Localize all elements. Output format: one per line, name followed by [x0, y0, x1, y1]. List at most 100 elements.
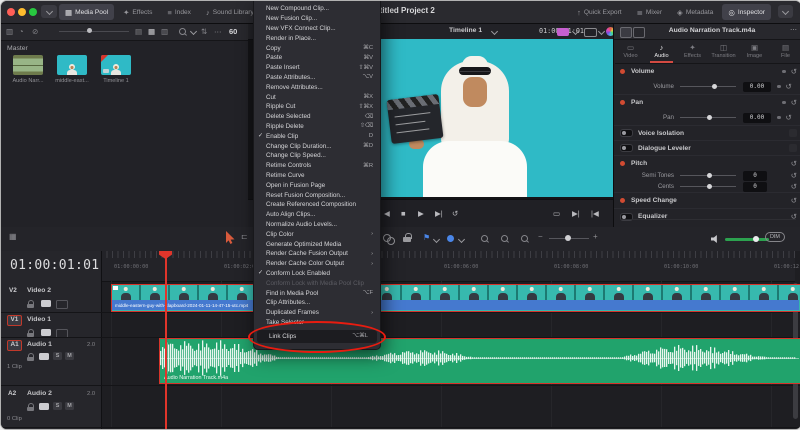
list-view-icon[interactable]: ▤	[135, 27, 142, 36]
enable-dot-icon[interactable]	[620, 100, 625, 105]
toggle-icon[interactable]	[620, 144, 633, 152]
bin-label[interactable]: Master	[7, 45, 28, 52]
pan-slider[interactable]	[680, 117, 736, 118]
thumbnail-size-slider[interactable]	[59, 31, 129, 32]
disclosure-icon[interactable]	[789, 129, 797, 137]
voice-isolation-row[interactable]: Voice Isolation	[614, 125, 800, 140]
track-badge-a2[interactable]: A2	[8, 390, 16, 397]
menu-item-change-clip-speed[interactable]: Change Clip Speed...	[254, 151, 380, 161]
tab-effects[interactable]: ✦Effects	[117, 4, 158, 20]
inspector-tab-file[interactable]: ▤File	[770, 39, 800, 63]
track-badge-v1[interactable]: V1	[7, 315, 22, 326]
cents-slider[interactable]	[680, 186, 736, 187]
menu-item-render-cache-color-output[interactable]: Render Cache Color Output›	[254, 259, 380, 269]
lock-icon[interactable]	[27, 352, 35, 361]
inspector-scrollbar[interactable]	[620, 219, 796, 220]
volume-slider[interactable]	[680, 86, 736, 87]
solo-button[interactable]: S	[53, 352, 62, 360]
tab-quick-export[interactable]: ↑Quick Export	[571, 4, 628, 20]
play-icon[interactable]: ▶	[418, 209, 424, 218]
next-marker-icon[interactable]: ▶|	[572, 209, 580, 218]
search-icon[interactable]	[179, 28, 186, 35]
sort-icon[interactable]: ⇅	[201, 27, 207, 36]
marker-icon[interactable]	[447, 235, 454, 242]
detail-zoom-icon[interactable]	[501, 235, 508, 242]
panel-layout-dropdown[interactable]	[778, 5, 793, 18]
reset-icon[interactable]: ↺	[791, 196, 797, 205]
track-name-a2[interactable]: Audio 2	[27, 390, 52, 397]
menu-item-link-clips[interactable]: Link Clips⌥⌘L	[257, 330, 377, 343]
match-frame-icon[interactable]: ▭	[553, 209, 560, 218]
stop-icon[interactable]: ■	[401, 209, 406, 218]
menu-item-create-referenced-composition[interactable]: Create Referenced Composition	[254, 200, 380, 210]
full-extent-zoom-icon[interactable]	[521, 235, 528, 242]
thumbnail-size-knob[interactable]	[87, 28, 92, 33]
enable-dot-icon[interactable]	[620, 161, 625, 166]
menu-item-copy[interactable]: Copy⌘C	[254, 43, 380, 53]
inspector-tab-effects[interactable]: ✦Effects	[677, 39, 708, 63]
flag-icon[interactable]: ⚑	[423, 233, 430, 242]
speed-change-section-header[interactable]: Speed Change ↺	[614, 192, 800, 208]
menu-item-auto-align-clips[interactable]: Auto Align Clips...	[254, 210, 380, 220]
menu-item-cut[interactable]: Cut⌘X	[254, 92, 380, 102]
chevron-down-icon[interactable]	[598, 28, 605, 35]
dim-button[interactable]: DIM	[765, 232, 785, 242]
auto-select-icon[interactable]	[41, 329, 51, 336]
enable-dot-icon[interactable]	[620, 198, 625, 203]
keyframe-icon[interactable]	[782, 101, 786, 105]
zoom-window-button[interactable]	[29, 8, 37, 16]
menu-item-normalize-audio-levels[interactable]: Normalize Audio Levels...	[254, 220, 380, 230]
cents-value[interactable]: 0	[743, 182, 767, 192]
trim-tool-icon[interactable]: ⊏	[241, 232, 248, 241]
pitch-section-header[interactable]: Pitch ↺	[614, 155, 800, 170]
reset-icon[interactable]: ↺	[791, 159, 797, 168]
menu-item-paste-insert[interactable]: Paste Insert⇧⌘V	[254, 63, 380, 73]
menu-item-new-fusion-clip[interactable]: New Fusion Clip...	[254, 14, 380, 24]
menu-item-paste-attributes[interactable]: Paste Attributes...⌥V	[254, 73, 380, 83]
audio-monitor-icon[interactable]	[711, 235, 720, 243]
playhead-line[interactable]	[165, 251, 167, 429]
lock-icon[interactable]	[27, 328, 35, 337]
menu-item-retime-controls[interactable]: Retime Controls⌘R	[254, 161, 380, 171]
lock-icon[interactable]	[27, 402, 35, 411]
zoom-in-icon[interactable]: +	[593, 232, 598, 241]
track-badge-a1[interactable]: A1	[7, 340, 22, 351]
tab-inspector[interactable]: ◎Inspector	[722, 4, 771, 20]
menu-item-new-vfx-connect-clip[interactable]: New VFX Connect Clip...	[254, 24, 380, 34]
equalizer-section-header[interactable]: Equalizer ↺	[614, 208, 800, 224]
inspector-tab-video[interactable]: ▭Video	[615, 39, 646, 63]
toggle-icon[interactable]	[620, 129, 633, 137]
menu-item-conform-lock-enabled[interactable]: ✓Conform Lock Enabled	[254, 269, 380, 279]
window-layout-dropdown[interactable]	[41, 5, 57, 18]
menu-item-reset-fusion-composition[interactable]: Reset Fusion Composition...	[254, 190, 380, 200]
pan-value[interactable]: 0.00	[743, 113, 771, 123]
track-name-a1[interactable]: Audio 1	[27, 341, 52, 348]
selection-tool-icon[interactable]	[225, 231, 235, 245]
menu-item-remove-attributes[interactable]: Remove Attributes...	[254, 82, 380, 92]
tab-index[interactable]: ≡Index	[161, 4, 197, 20]
reset-icon[interactable]: ↺	[786, 82, 792, 91]
mute-button[interactable]: M	[65, 402, 74, 410]
reset-icon[interactable]: ↺	[791, 67, 797, 76]
chevron-down-icon[interactable]	[190, 28, 197, 35]
custom-zoom-icon[interactable]	[481, 235, 488, 242]
zoom-out-icon[interactable]: −	[538, 232, 543, 241]
clip-color-icon[interactable]	[557, 28, 569, 36]
menu-item-new-compound-clip[interactable]: New Compound Clip...	[254, 4, 380, 14]
volume-section-header[interactable]: Volume ↺	[614, 64, 800, 79]
chevron-down-icon[interactable]	[491, 28, 498, 35]
position-lock-icon[interactable]	[403, 233, 412, 243]
video-clip[interactable]: middle-eastern-guy-with-clapboard-2024-0…	[111, 284, 800, 312]
reset-icon[interactable]: ↺	[786, 113, 792, 122]
output-blanking-icon[interactable]	[584, 28, 597, 37]
metadata-view-icon[interactable]: ▥	[161, 27, 168, 36]
keyframe-icon[interactable]	[777, 85, 781, 89]
inspector-tab-transition[interactable]: ◫Transition	[708, 39, 739, 63]
track-badge-v2[interactable]: V2	[9, 287, 17, 294]
auto-select-icon[interactable]	[41, 300, 51, 307]
monitor-volume-knob[interactable]	[753, 236, 759, 242]
keyframe-icon[interactable]	[777, 116, 781, 120]
reset-icon[interactable]: ↺	[791, 182, 797, 191]
keyframe-icon[interactable]	[782, 70, 786, 74]
close-window-button[interactable]	[7, 8, 15, 16]
